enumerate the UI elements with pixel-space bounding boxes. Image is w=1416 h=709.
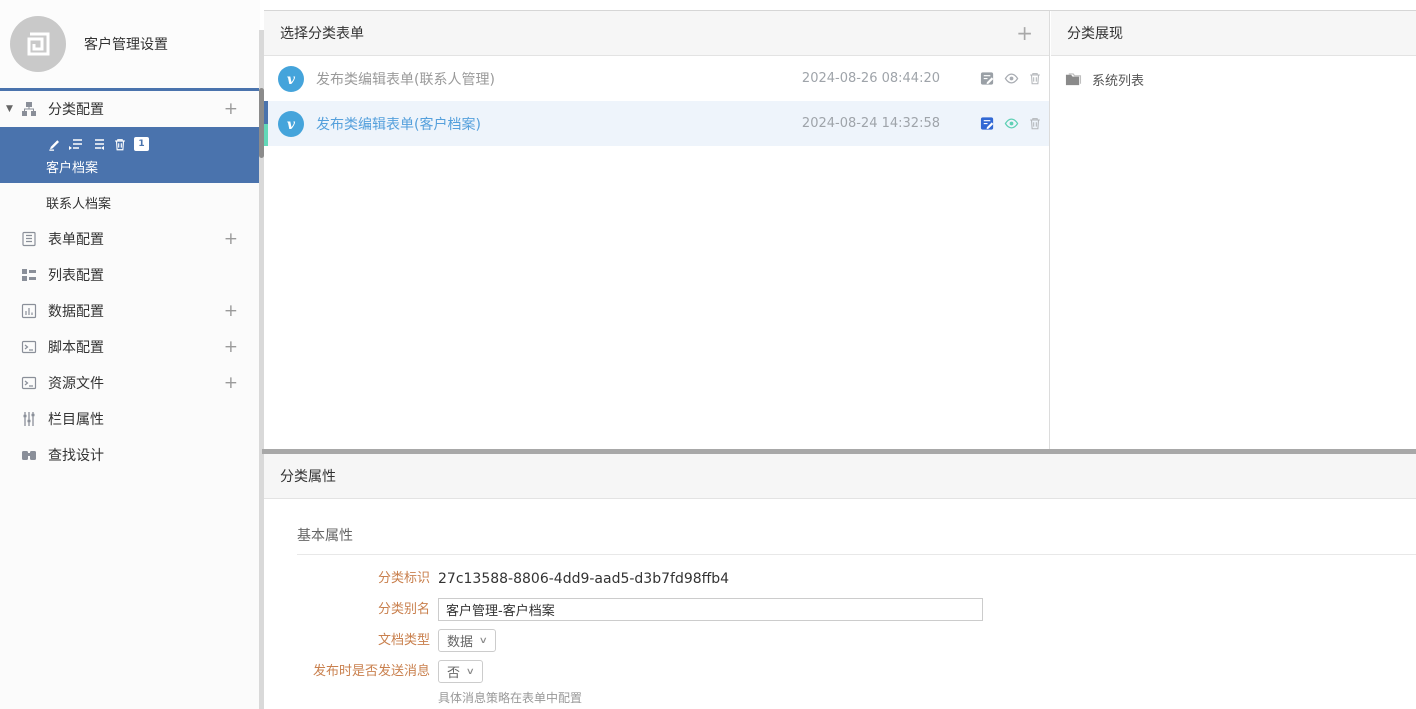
sidebar-item-customer-archive[interactable]: 1 客户档案	[0, 127, 260, 183]
category-alias-input[interactable]	[438, 598, 983, 621]
add-sibling-above-icon[interactable]	[68, 136, 84, 152]
sidebar-item-label: 数据配置	[48, 304, 104, 320]
binoculars-icon	[20, 446, 38, 464]
field-doc-type: 文档类型 数据 ∨	[297, 629, 1416, 653]
form-icon	[20, 230, 38, 248]
add-resource-icon[interactable]: +	[224, 374, 238, 392]
edit-form-icon[interactable]	[980, 71, 995, 86]
form-row-title: 发布类编辑表单(客户档案)	[316, 116, 481, 133]
sidebar-item-column-properties[interactable]: 栏目属性	[0, 401, 260, 437]
add-script-icon[interactable]: +	[224, 338, 238, 356]
selected-value: 否	[447, 666, 461, 681]
field-label: 分类标识	[377, 571, 430, 586]
bar-chart-icon	[20, 302, 38, 320]
list-icon	[20, 266, 38, 284]
row-actions	[980, 71, 1043, 86]
display-item-label: 系统列表	[1092, 73, 1145, 89]
category-toolbar: 1	[46, 134, 260, 154]
form-type-icon: v	[278, 65, 304, 92]
panel-title: 分类展现	[1067, 26, 1123, 42]
properties-form: 分类标识 27c13588-8806-4dd9-aad5-d3b7fd98ffb…	[297, 567, 1416, 706]
section-title: 基本属性	[297, 525, 1416, 555]
sidebar-item-script-config[interactable]: 脚本配置 +	[0, 329, 260, 365]
display-panel-header: 分类展现	[1051, 11, 1416, 56]
properties-content: 基本属性 分类标识 27c13588-8806-4dd9-aad5-d3b7fd…	[264, 499, 1416, 706]
form-list-header: 选择分类表单 +	[264, 11, 1049, 56]
doc-type-select[interactable]: 数据 ∨	[438, 629, 496, 652]
field-category-id: 分类标识 27c13588-8806-4dd9-aad5-d3b7fd98ffb…	[297, 567, 1416, 591]
chevron-down-icon: ∨	[465, 666, 475, 677]
sort-order-icon[interactable]: 1	[134, 137, 149, 151]
app-window: 客户管理设置 ▼ 分类配置 + 1 客户档案 联系人档案 表单配置 + 列表配置…	[0, 0, 1416, 709]
panel-title: 选择分类表单	[280, 26, 364, 42]
display-item-system-list[interactable]: 系统列表	[1051, 60, 1416, 98]
terminal-icon	[20, 338, 38, 356]
field-label: 分类别名	[377, 602, 430, 617]
selected-value: 数据	[447, 635, 474, 650]
sidebar-item-contact-archive[interactable]: 联系人档案	[0, 183, 260, 221]
form-list-panel: 选择分类表单 + v 发布类编辑表单(联系人管理) 2024-08-26 08:…	[264, 11, 1050, 449]
properties-panel: 分类属性 基本属性 分类标识 27c13588-8806-4dd9-aad5-d…	[264, 454, 1416, 709]
category-id-value: 27c13588-8806-4dd9-aad5-d3b7fd98ffb4	[438, 571, 730, 587]
form-row-timestamp: 2024-08-24 14:32:58	[801, 116, 940, 131]
sliders-icon	[20, 410, 38, 428]
add-sibling-below-icon[interactable]	[90, 136, 106, 152]
folder-icon	[1065, 72, 1082, 87]
sidebar-item-data-config[interactable]: 数据配置 +	[0, 293, 260, 329]
svg-text:v: v	[287, 117, 296, 133]
add-form-icon[interactable]: +	[1016, 23, 1033, 43]
sidebar-item-label: 栏目属性	[48, 412, 104, 428]
app-header: 客户管理设置	[0, 0, 260, 88]
add-form-config-icon[interactable]: +	[224, 230, 238, 248]
form-row-customer[interactable]: v 发布类编辑表单(客户档案) 2024-08-24 14:32:58	[264, 101, 1049, 146]
terminal-icon	[20, 374, 38, 392]
form-row-contact[interactable]: v 发布类编辑表单(联系人管理) 2024-08-26 08:44:20	[264, 56, 1049, 101]
sidebar-item-list-config[interactable]: 列表配置	[0, 257, 260, 293]
expand-arrow-icon[interactable]: ▼	[6, 104, 13, 114]
add-data-config-icon[interactable]: +	[224, 302, 238, 320]
sidebar-item-resource-files[interactable]: 资源文件 +	[0, 365, 260, 401]
chevron-down-icon: ∨	[478, 635, 488, 646]
field-category-alias: 分类别名	[297, 598, 1416, 622]
preview-eye-icon[interactable]	[1004, 71, 1019, 86]
helper-text: 具体消息策略在表单中配置	[438, 691, 583, 705]
app-logo-icon	[10, 16, 66, 72]
row-actions	[980, 116, 1043, 131]
sidebar-item-search-design[interactable]: 查找设计	[0, 437, 260, 473]
edit-form-icon[interactable]	[980, 116, 995, 131]
preview-eye-icon[interactable]	[1004, 116, 1019, 131]
form-type-icon: v	[278, 110, 304, 137]
edit-category-icon[interactable]	[46, 136, 62, 152]
field-label: 发布时是否发送消息	[312, 664, 430, 679]
delete-category-icon[interactable]	[112, 136, 128, 152]
sidebar: 客户管理设置 ▼ 分类配置 + 1 客户档案 联系人档案 表单配置 + 列表配置…	[0, 0, 260, 709]
delete-form-icon[interactable]	[1028, 116, 1043, 131]
panel-title: 分类属性	[280, 469, 336, 485]
sidebar-nav: ▼ 分类配置 + 1 客户档案 联系人档案 表单配置 + 列表配置 数据配置 +…	[0, 91, 260, 473]
display-panel: 分类展现 系统列表	[1051, 11, 1416, 449]
sidebar-item-label: 客户档案	[46, 161, 99, 176]
sidebar-item-form-config[interactable]: 表单配置 +	[0, 221, 260, 257]
sidebar-item-label: 分类配置	[48, 102, 104, 118]
svg-text:v: v	[287, 72, 296, 88]
field-send-message: 发布时是否发送消息 否 ∨ 具体消息策略在表单中配置	[297, 660, 1416, 706]
sidebar-item-label: 查找设计	[48, 448, 104, 464]
form-row-timestamp: 2024-08-26 08:44:20	[801, 71, 940, 86]
field-label: 文档类型	[377, 633, 430, 648]
sidebar-item-label: 资源文件	[48, 376, 104, 392]
sidebar-item-label: 联系人档案	[46, 196, 112, 212]
tree-icon	[20, 100, 38, 118]
form-row-title: 发布类编辑表单(联系人管理)	[316, 71, 495, 88]
workspace: 选择分类表单 + v 发布类编辑表单(联系人管理) 2024-08-26 08:…	[262, 10, 1416, 709]
send-message-select[interactable]: 否 ∨	[438, 660, 483, 683]
delete-form-icon[interactable]	[1028, 71, 1043, 86]
add-category-icon[interactable]: +	[224, 100, 238, 118]
selected-row-accent	[264, 101, 268, 146]
sidebar-item-label: 表单配置	[48, 232, 104, 248]
sidebar-item-category-config[interactable]: ▼ 分类配置 +	[0, 91, 260, 127]
app-title: 客户管理设置	[84, 37, 168, 53]
sidebar-item-label: 脚本配置	[48, 340, 104, 356]
sidebar-item-label: 列表配置	[48, 268, 104, 284]
properties-header: 分类属性	[264, 454, 1416, 499]
